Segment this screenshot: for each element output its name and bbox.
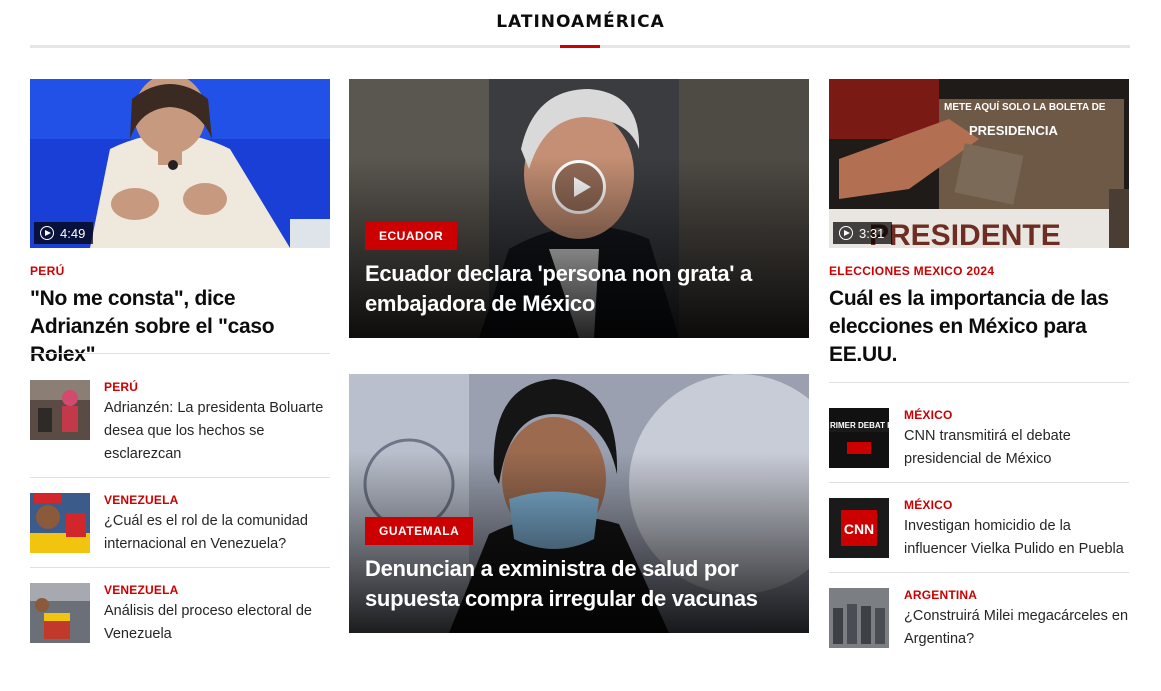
list-item-kicker[interactable]: ARGENTINA: [904, 588, 977, 602]
sign-text: PRESIDENCIA: [969, 123, 1058, 138]
list-item-thumbnail[interactable]: CNN: [829, 498, 889, 558]
divider: [829, 382, 1129, 383]
list-item-thumbnail[interactable]: [30, 493, 90, 553]
section-title: LATINOAMÉRICA: [496, 12, 665, 32]
list-item-headline[interactable]: Análisis del proceso electoral de Venezu…: [104, 600, 329, 646]
divider: [30, 353, 330, 354]
list-item-thumbnail[interactable]: [829, 588, 889, 648]
list-item-headline[interactable]: CNN transmitirá el debate presidencial d…: [904, 425, 1129, 471]
venezuela-election-image: [30, 583, 90, 643]
ballot-box-text: PRESIDENTE: [869, 219, 1061, 248]
list-item-thumbnail[interactable]: RIMER DEBAT PRESIDENCIAL: [829, 408, 889, 468]
lead-video-thumbnail-right[interactable]: METE AQUÍ SOLO LA BOLETA DE PRESIDENCIA …: [829, 79, 1129, 248]
list-item-kicker[interactable]: PERÚ: [104, 380, 138, 394]
video-duration-badge: 3:31: [833, 222, 893, 244]
divider: [829, 572, 1129, 573]
divider: [30, 477, 330, 478]
sign-text: METE AQUÍ SOLO LA BOLETA DE: [944, 100, 1106, 113]
cnn-logo-image: CNN: [829, 498, 889, 558]
lead-kicker-right[interactable]: ELECCIONES MEXICO 2024: [829, 264, 994, 278]
venezuela-protest-image: [30, 493, 90, 553]
list-item-thumbnail[interactable]: [30, 380, 90, 440]
peru-parade-image: [30, 380, 90, 440]
feature-headline[interactable]: Ecuador declara 'persona non grata' a em…: [365, 259, 793, 319]
category-tag[interactable]: GUATEMALA: [365, 517, 474, 545]
lead-video-thumbnail-left[interactable]: 4:49: [30, 79, 330, 248]
category-tag[interactable]: ECUADOR: [365, 222, 458, 250]
feature-card-ecuador[interactable]: ECUADOR Ecuador declara 'persona non gra…: [349, 79, 809, 338]
list-item-kicker[interactable]: MÉXICO: [904, 408, 953, 422]
list-item-headline[interactable]: Adrianzén: La presidenta Boluarte desea …: [104, 397, 329, 466]
list-item-kicker[interactable]: MÉXICO: [904, 498, 953, 512]
play-icon: [40, 226, 54, 240]
duration-text: 3:31: [859, 225, 885, 241]
duration-text: 4:49: [60, 225, 86, 241]
divider: [829, 482, 1129, 483]
list-item-kicker[interactable]: VENEZUELA: [104, 493, 178, 507]
lead-kicker-left[interactable]: PERÚ: [30, 264, 65, 278]
section-accent-bar: [560, 45, 600, 48]
lead-headline-right[interactable]: Cuál es la importancia de las elecciones…: [829, 285, 1124, 369]
list-item-thumbnail[interactable]: [30, 583, 90, 643]
play-icon: [839, 226, 853, 240]
divider: [30, 567, 330, 568]
thumb-text: RIMER DEBAT PRESIDENCIAL: [830, 421, 889, 430]
debate-graphic-image: RIMER DEBAT PRESIDENCIAL: [829, 408, 889, 468]
list-item-headline[interactable]: ¿Cuál es el rol de la comunidad internac…: [104, 510, 329, 556]
lead-headline-left[interactable]: "No me consta", dice Adrianzén sobre el …: [30, 285, 330, 369]
list-item-headline[interactable]: ¿Construirá Milei megacárceles en Argent…: [904, 605, 1129, 651]
list-item-headline[interactable]: Investigan homicidio de la influencer Vi…: [904, 515, 1129, 561]
video-duration-badge: 4:49: [34, 222, 94, 244]
prison-guards-image: [829, 588, 889, 648]
list-item-kicker[interactable]: VENEZUELA: [104, 583, 178, 597]
feature-headline[interactable]: Denuncian a exministra de salud por supu…: [365, 554, 793, 614]
feature-card-guatemala[interactable]: GUATEMALA Denuncian a exministra de salu…: [349, 374, 809, 633]
thumb-text: CNN: [844, 521, 874, 537]
